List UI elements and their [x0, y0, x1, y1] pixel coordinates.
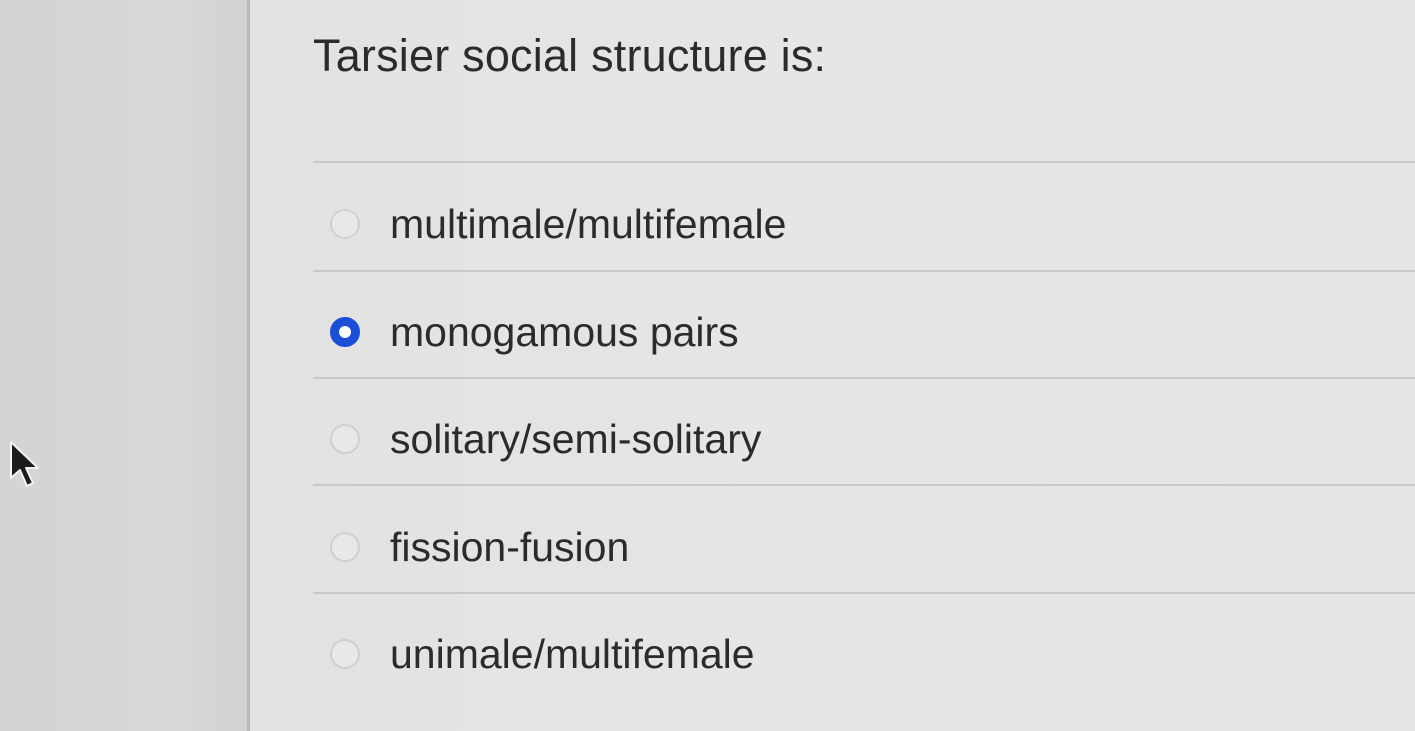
answer-option-3[interactable]: solitary/semi-solitary: [313, 409, 1415, 469]
divider: [313, 592, 1415, 594]
radio-button-unselected[interactable]: [330, 209, 360, 239]
answer-option-5[interactable]: unimale/multifemale: [313, 624, 1415, 684]
answer-option-1[interactable]: multimale/multifemale: [313, 194, 1415, 254]
divider: [313, 161, 1415, 163]
answer-option-label: multimale/multifemale: [390, 200, 787, 247]
answer-option-2[interactable]: monogamous pairs: [313, 302, 1415, 362]
divider: [313, 484, 1415, 486]
radio-button-unselected[interactable]: [330, 424, 360, 454]
question-text: Tarsier social structure is:: [313, 30, 827, 81]
radio-button-unselected[interactable]: [330, 639, 360, 669]
divider: [313, 270, 1415, 272]
mouse-pointer-icon: [10, 441, 39, 487]
left-gutter: [0, 0, 247, 731]
answer-option-label: solitary/semi-solitary: [390, 415, 762, 462]
divider: [313, 377, 1415, 379]
answer-option-label: monogamous pairs: [390, 308, 739, 355]
answer-option-label: unimale/multifemale: [390, 630, 755, 677]
radio-button-unselected[interactable]: [330, 532, 360, 562]
radio-button-selected[interactable]: [330, 317, 360, 347]
answer-option-4[interactable]: fission-fusion: [313, 517, 1415, 577]
question-panel: [250, 0, 1415, 731]
answer-option-label: fission-fusion: [390, 523, 630, 570]
